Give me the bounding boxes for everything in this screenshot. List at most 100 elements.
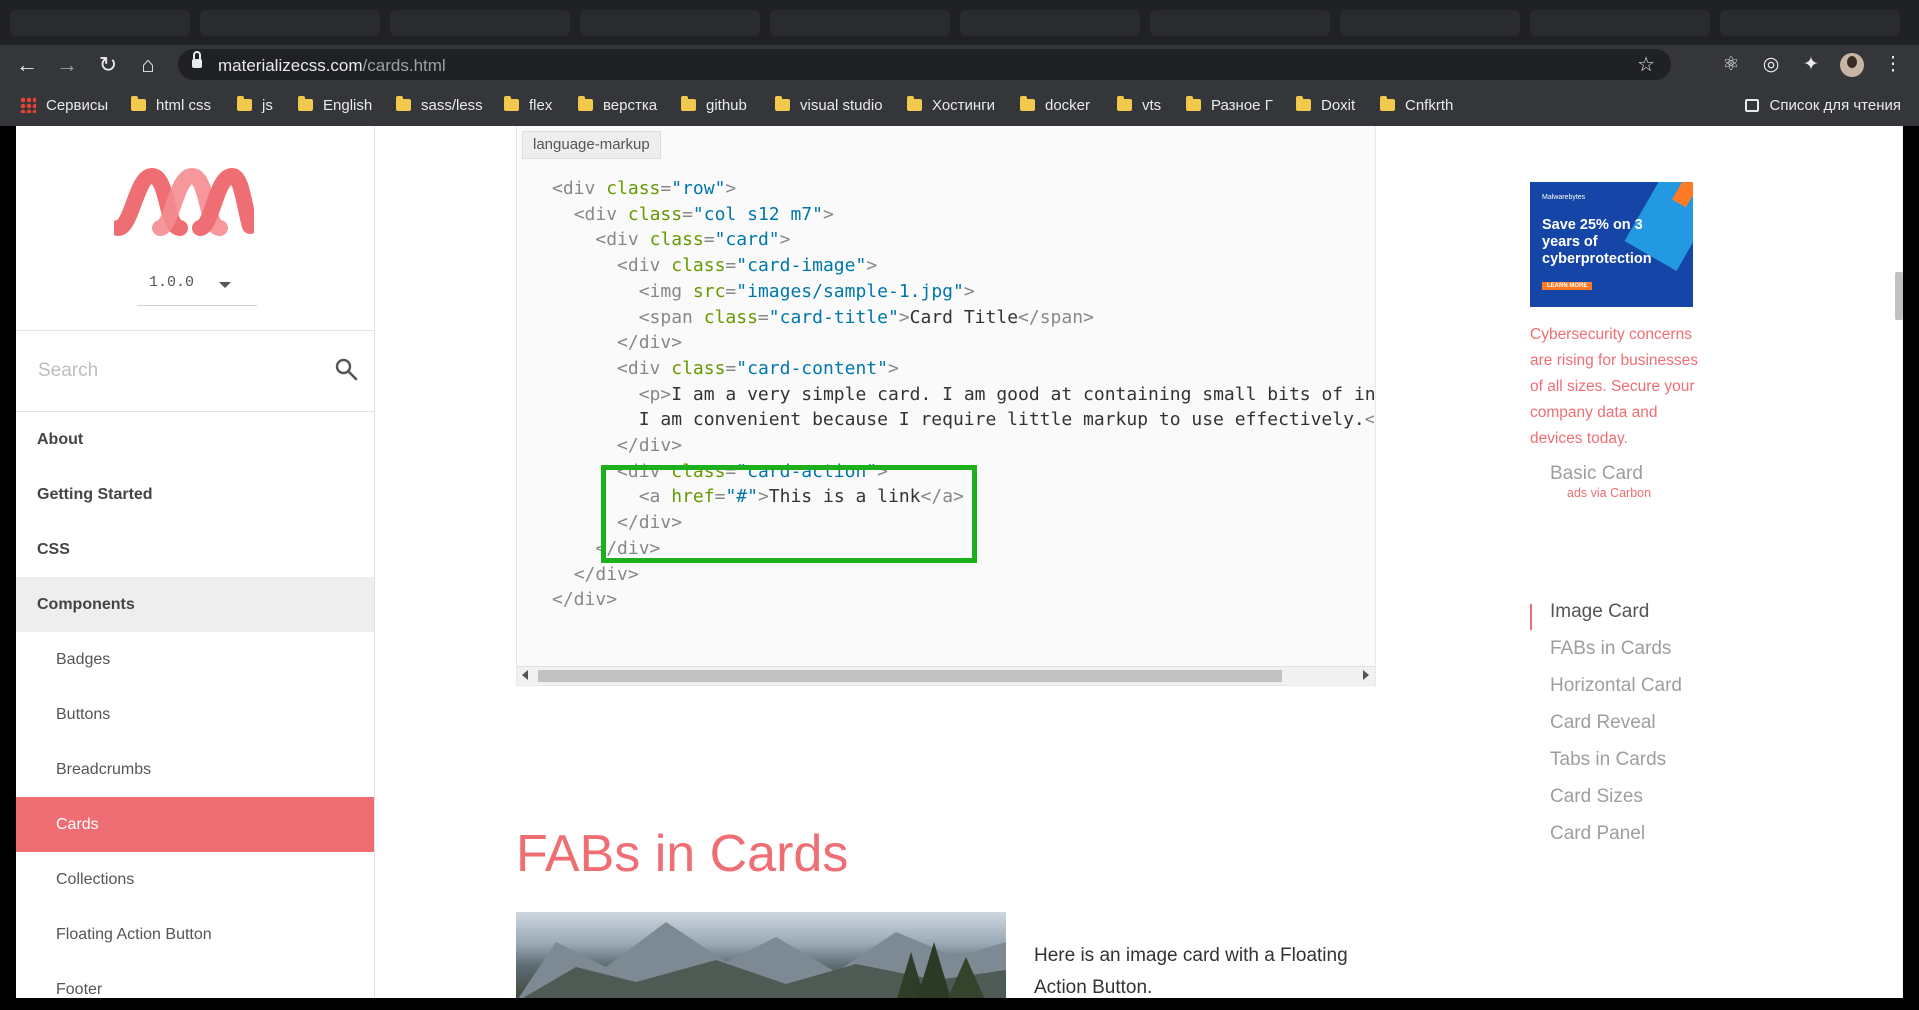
bookmark-folder[interactable]: Хостинги: [907, 84, 995, 126]
sidebar-item-floating-action-button[interactable]: Floating Action Button: [16, 907, 374, 962]
browser-tab[interactable]: [1150, 10, 1330, 36]
bookmark-folder[interactable]: Разное Г: [1186, 84, 1273, 126]
sidebar-item-breadcrumbs[interactable]: Breadcrumbs: [16, 742, 374, 797]
sidebar-item-label: About: [37, 430, 84, 448]
page-scrollbar-thumb[interactable]: [1895, 272, 1903, 320]
bookmark-folder[interactable]: github: [681, 84, 747, 126]
page-scrollbar-track[interactable]: [1902, 126, 1903, 998]
folder-icon: [1186, 96, 1201, 111]
bookmark-folder[interactable]: docker: [1020, 84, 1090, 126]
target-extension-icon[interactable]: ◎: [1759, 53, 1783, 77]
toc-item-card-panel[interactable]: Card Panel: [1550, 823, 1645, 845]
folder-icon: [681, 96, 696, 111]
browser-tab[interactable]: [390, 10, 570, 36]
bookmark-folder[interactable]: vts: [1117, 84, 1161, 126]
bookmark-label: github: [706, 96, 747, 114]
materialize-logo[interactable]: [114, 166, 254, 244]
language-badge: language-markup: [522, 131, 661, 159]
browser-tab[interactable]: [960, 10, 1140, 36]
toc-item-image-card[interactable]: Image Card: [1550, 601, 1649, 623]
sidebar-item-components[interactable]: Components: [16, 577, 374, 632]
menu-kebab-icon[interactable]: ⋮: [1881, 53, 1905, 77]
toc-item-horizontal-card[interactable]: Horizontal Card: [1550, 675, 1682, 697]
sidebar-item-collections[interactable]: Collections: [16, 852, 374, 907]
ad-cta-button[interactable]: LEARN MORE: [1542, 282, 1593, 290]
browser-tab[interactable]: [770, 10, 950, 36]
code-line: <div class="row">: [552, 178, 737, 199]
forward-arrow-icon[interactable]: →: [52, 50, 82, 80]
mountain-photo: [518, 922, 1006, 998]
bookmark-folder[interactable]: visual studio: [775, 84, 883, 126]
ad-banner[interactable]: Malwarebytes Save 25% on 3 years of cybe…: [1530, 182, 1693, 307]
horizontal-scrollbar[interactable]: [517, 666, 1375, 685]
sidebar-item-badges[interactable]: Badges: [16, 632, 374, 687]
folder-icon: [1296, 96, 1311, 111]
ad-text-link[interactable]: Cybersecurity concerns are rising for bu…: [1530, 322, 1698, 452]
sidebar-item-buttons[interactable]: Buttons: [16, 687, 374, 742]
browser-tab[interactable]: [580, 10, 760, 36]
reading-list-label: Список для чтения: [1769, 96, 1901, 114]
react-devtools-icon[interactable]: ⚛: [1719, 53, 1743, 77]
bookmark-folder[interactable]: Cnfkrth: [1380, 84, 1453, 126]
sidebar-item-css[interactable]: CSS: [16, 522, 374, 577]
sidebar-item-cards[interactable]: Cards: [16, 797, 374, 852]
bookmark-folder[interactable]: flex: [504, 84, 552, 126]
bookmark-folder[interactable]: Doxit: [1296, 84, 1355, 126]
browser-tab[interactable]: [1720, 10, 1900, 36]
sidebar-item-footer[interactable]: Footer: [16, 962, 374, 998]
address-bar[interactable]: materializecss.com/cards.html ☆: [178, 49, 1671, 80]
browser-tab[interactable]: [1340, 10, 1520, 36]
search-icon[interactable]: [334, 357, 358, 381]
lock-icon[interactable]: [192, 51, 202, 69]
bookmark-label: docker: [1045, 96, 1091, 114]
bookmark-folder[interactable]: js: [237, 84, 273, 126]
reload-icon[interactable]: ↻: [93, 50, 123, 80]
sidebar-item-label: Floating Action Button: [56, 925, 212, 943]
sidebar-item-label: Buttons: [56, 705, 111, 723]
version-label: 1.0.0: [149, 274, 195, 291]
search-input[interactable]: [36, 355, 320, 387]
toc-item-fabs-in-cards[interactable]: FABs in Cards: [1550, 638, 1671, 660]
bookmark-label: vts: [1142, 96, 1162, 114]
web-page: 1.0.0 About Getting Started CSS Componen…: [16, 126, 1903, 998]
sidebar-item-label: CSS: [37, 540, 70, 558]
version-dropdown[interactable]: 1.0.0: [137, 271, 257, 306]
toc-item-tabs-in-cards[interactable]: Tabs in Cards: [1550, 749, 1666, 771]
bookmark-folder[interactable]: sass/less: [396, 84, 483, 126]
browser-toolbar: ← → ↻ ⌂ materializecss.com/cards.html ☆ …: [0, 45, 1919, 84]
sidebar-item-getting-started[interactable]: Getting Started: [16, 467, 374, 522]
code-line: <div class="col s12 m7">: [573, 203, 834, 225]
search-box: [16, 330, 374, 412]
bookmark-label: js: [262, 96, 273, 114]
scrollbar-thumb[interactable]: [538, 670, 1282, 682]
bookmark-folder[interactable]: html css: [131, 84, 211, 126]
folder-icon: [1117, 96, 1132, 111]
ad-via-link[interactable]: ads via Carbon: [1567, 486, 1651, 500]
scroll-left-arrow-icon[interactable]: [522, 670, 528, 680]
toc-active-marker: [1530, 604, 1532, 630]
sidebar-item-label: Getting Started: [37, 485, 153, 503]
home-icon[interactable]: ⌂: [133, 50, 163, 80]
url-text[interactable]: materializecss.com/cards.html: [218, 56, 446, 76]
bookmark-label: Cnfkrth: [1405, 96, 1454, 114]
scroll-right-arrow-icon[interactable]: [1363, 670, 1369, 680]
sidebar-item-about[interactable]: About: [16, 412, 374, 467]
folder-icon: [237, 96, 252, 111]
toc-item-basic-card[interactable]: Basic Card: [1550, 463, 1643, 485]
bookmark-folder[interactable]: English: [298, 84, 372, 126]
folder-icon: [396, 96, 411, 111]
browser-tab[interactable]: [200, 10, 380, 36]
code-line: I am convenient because I require little…: [552, 409, 1374, 431]
bookmark-star-icon[interactable]: ☆: [1637, 52, 1655, 77]
browser-tab[interactable]: [1530, 10, 1710, 36]
bookmark-folder[interactable]: верстка: [578, 84, 657, 126]
toc-item-card-reveal[interactable]: Card Reveal: [1550, 712, 1656, 734]
toc-item-card-sizes[interactable]: Card Sizes: [1550, 786, 1643, 808]
back-arrow-icon[interactable]: ←: [12, 50, 42, 80]
profile-avatar[interactable]: [1840, 53, 1864, 77]
folder-icon: [775, 96, 790, 111]
reading-list-button[interactable]: Список для чтения: [1745, 84, 1901, 126]
extensions-puzzle-icon[interactable]: ✦: [1799, 53, 1823, 77]
browser-tab[interactable]: [10, 10, 190, 36]
bookmark-services[interactable]: Сервисы: [20, 84, 108, 126]
